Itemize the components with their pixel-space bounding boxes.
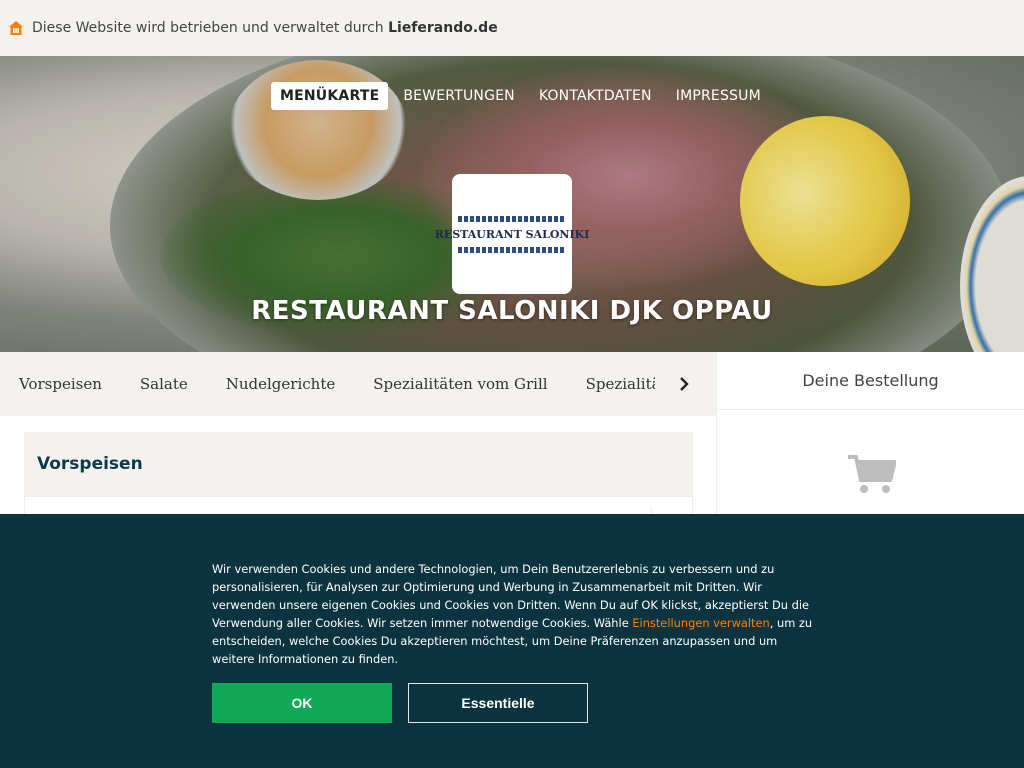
operator-banner: Diese Website wird betrieben und verwalt…	[0, 0, 1024, 56]
section-header: Vorspeisen	[24, 432, 693, 496]
cookie-consent-banner: Wir verwenden Cookies und andere Technol…	[0, 514, 1024, 768]
restaurant-logo: RESTAURANT SALONIKI	[435, 174, 589, 294]
operator-brand[interactable]: Lieferando.de	[388, 20, 498, 36]
chevron-right-icon[interactable]	[672, 372, 696, 396]
order-title: Deine Bestellung	[717, 352, 1024, 410]
ok-button[interactable]: OK	[212, 683, 392, 723]
nav-kontaktdaten[interactable]: KONTAKTDATEN	[530, 82, 661, 110]
nav-impressum[interactable]: IMPRESSUM	[667, 82, 770, 110]
lieferando-house-icon	[8, 20, 24, 36]
operator-text: Diese Website wird betrieben und verwalt…	[32, 20, 498, 36]
meander-border	[458, 215, 566, 222]
category-pfaennchen[interactable]: Spezialitäten vom Pfännchen	[586, 375, 655, 393]
cookie-text: Wir verwenden Cookies und andere Technol…	[212, 562, 813, 666]
category-grill[interactable]: Spezialitäten vom Grill	[373, 375, 547, 393]
restaurant-logo-text: RESTAURANT SALONIKI	[434, 227, 590, 241]
essential-button[interactable]: Essentielle	[408, 683, 588, 723]
category-bar: Vorspeisen Salate Nudelgerichte Speziali…	[0, 352, 716, 416]
manage-settings-link[interactable]: Einstellungen verwalten	[632, 616, 769, 630]
category-vorspeisen[interactable]: Vorspeisen	[19, 375, 102, 393]
category-salate[interactable]: Salate	[140, 375, 188, 393]
shopping-cart-icon	[848, 454, 898, 501]
menu-item-row[interactable]	[24, 496, 693, 527]
main-nav: MENÜKARTE BEWERTUNGEN KONTAKTDATEN IMPRE…	[271, 82, 776, 110]
nav-bewertungen[interactable]: BEWERTUNGEN	[394, 82, 524, 110]
meander-border	[458, 246, 566, 253]
category-nudelgerichte[interactable]: Nudelgerichte	[226, 375, 335, 393]
section-title: Vorspeisen	[37, 454, 143, 474]
restaurant-name: RESTAURANT SALONIKI DJK OPPAU	[251, 296, 773, 326]
nav-menukarte[interactable]: MENÜKARTE	[271, 82, 389, 110]
